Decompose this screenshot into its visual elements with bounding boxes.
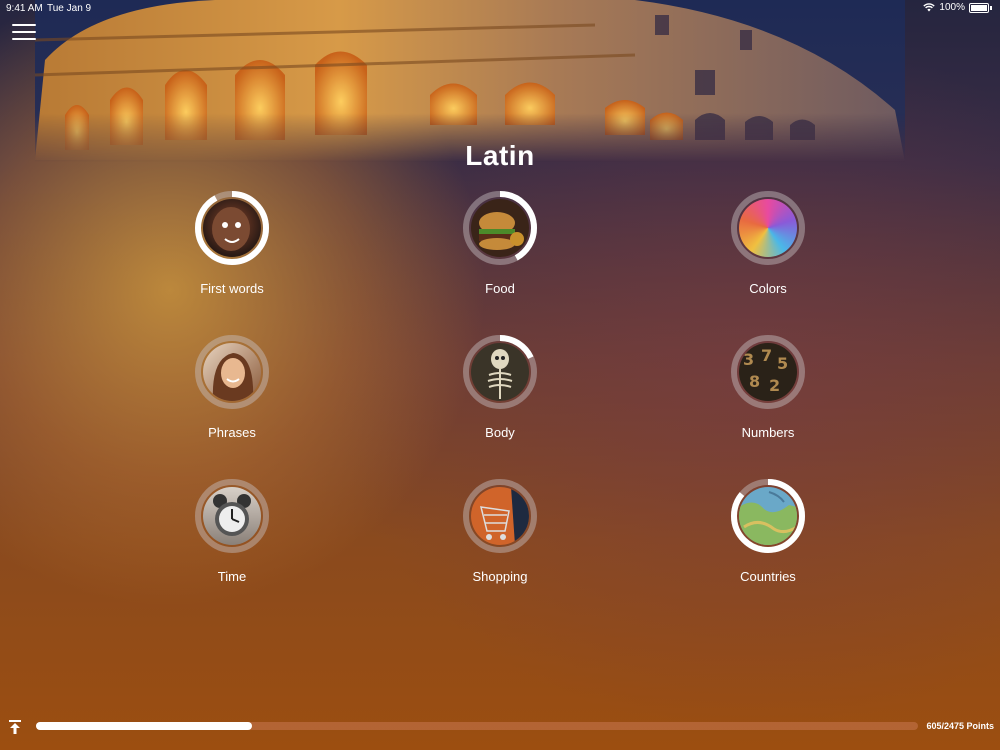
topic-progress-ring xyxy=(195,479,269,553)
topic-label: Phrases xyxy=(208,425,256,440)
skeleton-photo xyxy=(471,343,529,401)
topic-label: Countries xyxy=(740,569,796,584)
topic-phrases[interactable]: Phrases xyxy=(152,335,312,440)
topic-body[interactable]: Body xyxy=(420,335,580,440)
status-date: Tue Jan 9 xyxy=(47,3,92,14)
shopping-cart-photo xyxy=(471,487,529,545)
topic-progress-ring xyxy=(731,479,805,553)
battery-icon xyxy=(969,2,989,13)
topic-progress-ring xyxy=(195,191,269,265)
topic-shopping[interactable]: Shopping xyxy=(420,479,580,584)
topic-progress-ring: 37582 xyxy=(731,335,805,409)
svg-text:7: 7 xyxy=(761,346,772,365)
points-progress-bar xyxy=(36,722,918,730)
topic-label: Body xyxy=(485,425,515,440)
topic-label: Shopping xyxy=(472,569,528,584)
svg-text:2: 2 xyxy=(769,376,780,395)
status-indicators: 100% xyxy=(923,2,992,13)
svg-text:3: 3 xyxy=(743,350,754,369)
topic-progress-ring xyxy=(731,191,805,265)
topic-progress-ring xyxy=(463,191,537,265)
child-face-photo xyxy=(203,199,261,257)
status-time: 9:41 AM xyxy=(6,3,43,14)
topic-label: Time xyxy=(217,569,247,584)
topic-label: Numbers xyxy=(741,425,795,440)
svg-text:5: 5 xyxy=(777,354,788,373)
topic-progress-ring xyxy=(463,479,537,553)
topic-progress-ring xyxy=(195,335,269,409)
topic-numbers[interactable]: 37582 Numbers xyxy=(688,335,848,440)
battery-tip xyxy=(990,5,992,10)
status-bar: 9:41 AM Tue Jan 9 100% xyxy=(0,0,1000,16)
footer-progress: 605/2475 Points xyxy=(0,720,1000,750)
topic-label: Colors xyxy=(749,281,787,296)
topic-colors[interactable]: Colors xyxy=(688,191,848,296)
colosseum-header-image xyxy=(35,0,905,162)
topic-progress-ring xyxy=(463,335,537,409)
topic-first-words[interactable]: First words xyxy=(152,191,312,296)
alarm-clock-photo xyxy=(203,487,261,545)
map-photo xyxy=(739,487,797,545)
page-title: Latin xyxy=(465,140,535,171)
battery-percent: 100% xyxy=(939,2,965,13)
topic-label: First words xyxy=(200,281,264,296)
metal-numbers-photo: 37582 xyxy=(739,343,797,401)
wifi-icon xyxy=(923,3,936,12)
svg-text:8: 8 xyxy=(749,372,760,391)
woman-smiling-photo xyxy=(203,343,261,401)
topic-label: Food xyxy=(485,281,515,296)
points-progress-fill xyxy=(36,722,252,730)
points-text: 605/2475 Points xyxy=(926,721,994,731)
burger-photo xyxy=(471,199,529,257)
topic-countries[interactable]: Countries xyxy=(688,479,848,584)
menu-icon[interactable] xyxy=(12,24,36,42)
paint-colors-photo xyxy=(739,199,797,257)
scroll-to-top-icon[interactable] xyxy=(8,719,22,735)
topic-time[interactable]: Time xyxy=(152,479,312,584)
topic-food[interactable]: Food xyxy=(420,191,580,296)
